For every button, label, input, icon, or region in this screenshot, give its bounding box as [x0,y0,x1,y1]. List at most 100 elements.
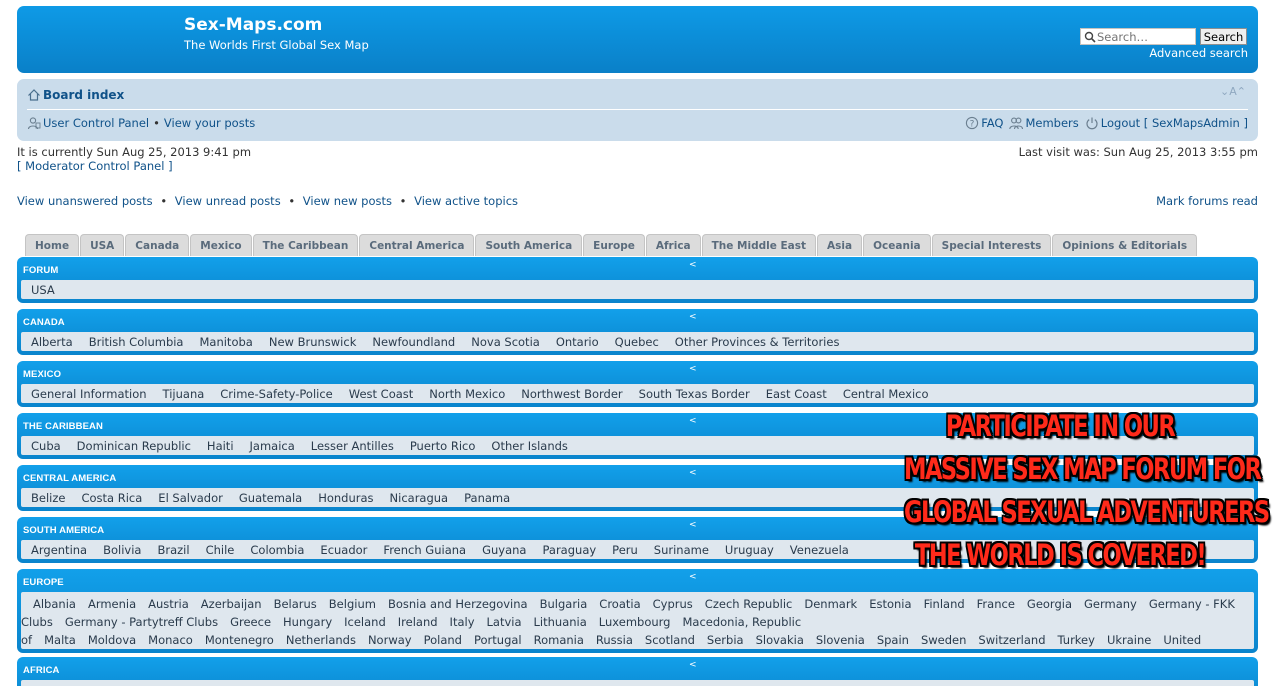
subforum-link[interactable]: Spain [877,633,909,647]
subforum-link[interactable]: Sweden [921,633,966,647]
subforum-link[interactable]: Bolivia [103,543,141,557]
tab-asia[interactable]: Asia [817,234,863,256]
subforum-link[interactable]: Dominican Republic [77,439,191,453]
forum-block-heading[interactable]: The Caribbean [23,421,103,432]
subforum-link[interactable]: Latvia [487,615,522,629]
tab-the-middle-east[interactable]: The Middle East [701,234,817,256]
collapse-toggle[interactable]: < [689,572,697,582]
subforum-link[interactable]: Portugal [474,633,522,647]
site-title[interactable]: Sex-Maps.com [184,15,322,35]
tab-canada[interactable]: Canada [125,234,190,256]
subforum-link[interactable]: Quebec [615,335,659,349]
subforum-link[interactable]: Italy [450,615,475,629]
subforum-link[interactable]: Other Islands [491,439,568,453]
subforum-link[interactable]: Haiti [207,439,234,453]
subforum-link[interactable]: Norway [368,633,412,647]
subforum-link[interactable]: Crime-Safety-Police [220,387,332,401]
subforum-link[interactable]: Montenegro [205,633,274,647]
tab-south-america[interactable]: South America [475,234,583,256]
faq-link[interactable]: FAQ [981,116,1003,130]
subforum-link[interactable]: Alberta [31,335,73,349]
view-unread-link[interactable]: View unread posts [175,194,281,208]
subforum-link[interactable]: Ecuador [320,543,367,557]
subforum-link[interactable]: Tijuana [163,387,205,401]
subforum-link[interactable]: North Mexico [429,387,505,401]
subforum-link[interactable]: Russia [596,633,633,647]
subforum-link[interactable]: Switzerland [978,633,1045,647]
tab-usa[interactable]: USA [80,234,125,256]
subforum-link[interactable]: Guatemala [239,491,302,505]
subforum-link[interactable]: Central Mexico [843,387,929,401]
font-size-control[interactable]: ⌄A⌃ [1220,85,1246,98]
subforum-link[interactable]: Belize [31,491,65,505]
subforum-link[interactable]: El Salvador [158,491,223,505]
forum-block-heading[interactable]: Europe [23,577,64,588]
view-unanswered-link[interactable]: View unanswered posts [17,194,153,208]
subforum-link[interactable]: Manitoba [199,335,252,349]
subforum-link[interactable]: Chile [206,543,235,557]
subforum-link[interactable]: East Coast [766,387,827,401]
tab-europe[interactable]: Europe [583,234,645,256]
tab-africa[interactable]: Africa [645,234,701,256]
subforum-link[interactable]: Germany - Partytreff Clubs [65,615,218,629]
tab-special-interests[interactable]: Special Interests [931,234,1052,256]
collapse-toggle[interactable]: < [689,660,697,670]
subforum-link[interactable]: General Information [31,387,147,401]
forum-block-heading[interactable]: Mexico [23,369,61,380]
subforum-link[interactable]: Greece [230,615,271,629]
subforum-link[interactable]: Jamaica [250,439,295,453]
subforum-link[interactable]: Costa Rica [81,491,142,505]
subforum-link[interactable]: Uruguay [725,543,774,557]
subforum-link[interactable]: Guyana [482,543,526,557]
subforum-link[interactable]: Other Provinces & Territories [675,335,840,349]
subforum-link[interactable]: Nicaragua [390,491,449,505]
view-your-posts-link[interactable]: View your posts [164,116,255,130]
subforum-link[interactable]: Ontario [556,335,599,349]
collapse-toggle[interactable]: < [689,312,697,322]
subforum-link[interactable]: Serbia [707,633,744,647]
subforum-link[interactable]: Lithuania [534,615,587,629]
board-index-link[interactable]: Board index [43,88,124,102]
subforum-link[interactable]: New Brunswick [269,335,357,349]
subforum-link[interactable]: Belarus [274,597,317,611]
subforum-link[interactable]: Cuba [31,439,61,453]
subforum-link[interactable]: Germany [1084,597,1137,611]
subforum-link[interactable]: Denmark [804,597,857,611]
subforum-link[interactable]: Honduras [318,491,373,505]
forum-block-heading[interactable]: South America [23,525,104,536]
collapse-toggle[interactable]: < [689,260,697,270]
subforum-link[interactable]: Newfoundland [372,335,455,349]
subforum-link[interactable]: Azerbaijan [201,597,262,611]
collapse-toggle[interactable]: < [689,520,697,530]
subforum-link[interactable]: Ukraine [1107,633,1151,647]
search-button[interactable]: Search [1200,28,1247,45]
subforum-link[interactable]: Puerto Rico [410,439,476,453]
collapse-toggle[interactable]: < [689,416,697,426]
subforum-link[interactable]: Finland [924,597,965,611]
subforum-link[interactable]: Luxembourg [599,615,671,629]
user-control-panel-link[interactable]: User Control Panel [43,116,149,130]
subforum-link[interactable]: Croatia [599,597,640,611]
subforum-link[interactable]: Bulgaria [540,597,588,611]
subforum-link[interactable]: Cyprus [653,597,693,611]
subforum-link[interactable]: Armenia [88,597,136,611]
subforum-link[interactable]: USA [31,283,55,297]
subforum-link[interactable]: Estonia [869,597,911,611]
subforum-link[interactable]: Poland [424,633,462,647]
subforum-link[interactable]: Slovenia [816,633,865,647]
subforum-link[interactable]: Ireland [398,615,438,629]
subforum-link[interactable]: Czech Republic [705,597,793,611]
tab-opinions-editorials[interactable]: Opinions & Editorials [1052,234,1198,256]
forum-block-heading[interactable]: Forum [23,265,58,276]
search-input[interactable] [1097,29,1195,44]
subforum-link[interactable]: Bosnia and Herzegovina [388,597,528,611]
subforum-link[interactable]: Belgium [329,597,376,611]
subforum-link[interactable]: Hungary [283,615,332,629]
subforum-link[interactable]: Peru [612,543,638,557]
subforum-link[interactable]: Panama [464,491,510,505]
members-link[interactable]: Members [1025,116,1078,130]
subforum-link[interactable]: Suriname [654,543,709,557]
view-new-link[interactable]: View new posts [303,194,392,208]
logout-link[interactable]: Logout [ SexMapsAdmin ] [1101,116,1248,130]
subforum-link[interactable]: Slovakia [756,633,804,647]
